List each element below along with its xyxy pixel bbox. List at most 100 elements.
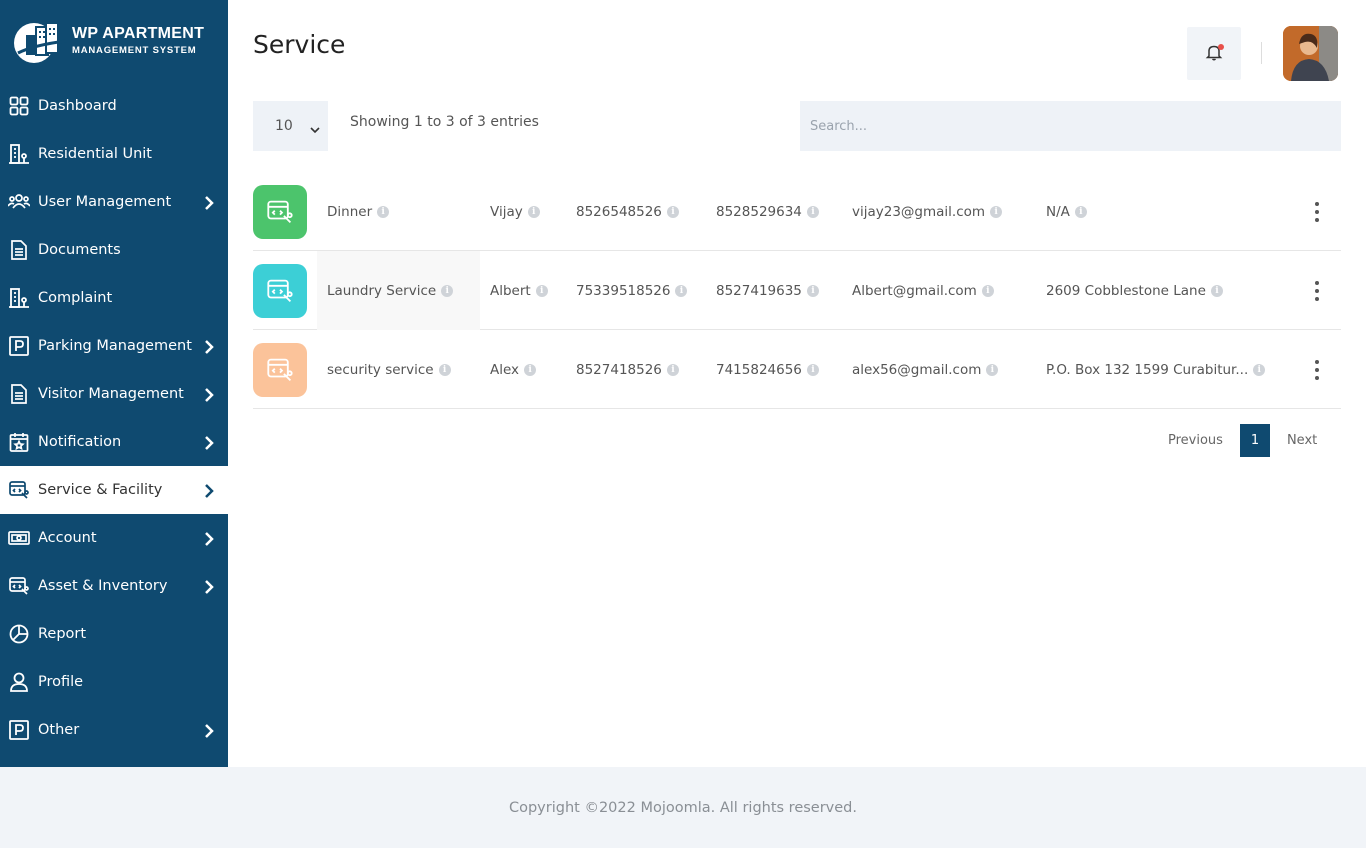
table-row[interactable]: Dinner i Vijay i 8526548526 i 8528529634 i v…: [253, 172, 1341, 251]
sidebar-item-complaint[interactable]: Complaint: [0, 274, 228, 322]
sidebar-item-label: Complaint: [38, 290, 113, 306]
user-avatar[interactable]: [1283, 26, 1338, 81]
mobile-number: 7415824656: [716, 361, 802, 378]
service-name: Dinner: [327, 203, 373, 220]
sidebar-item-visitor-management[interactable]: Visitor Management: [0, 370, 228, 418]
sidebar-item-residential-unit[interactable]: Residential Unit: [0, 130, 228, 178]
sidebar-item-notification[interactable]: Notification: [0, 418, 228, 466]
sidebar-item-parking-management[interactable]: Parking Management: [0, 322, 228, 370]
service-icon: [253, 264, 307, 318]
calendar-star-icon: [8, 431, 30, 453]
page-1-button[interactable]: 1: [1239, 424, 1270, 457]
info-icon[interactable]: i: [535, 284, 548, 297]
info-icon[interactable]: i: [806, 205, 819, 218]
brand-logo-area[interactable]: WP APARTMENT MANAGEMENT SYSTEM: [0, 0, 228, 82]
info-icon[interactable]: i: [441, 284, 454, 297]
email-cell: alex56@gmail.com i: [852, 330, 999, 409]
sidebar-item-asset-inventory[interactable]: Asset & Inventory: [0, 562, 228, 610]
info-icon[interactable]: i: [524, 363, 537, 376]
sidebar-item-label: Asset & Inventory: [38, 578, 168, 594]
chevron-right-icon: [204, 387, 214, 402]
info-icon[interactable]: i: [1074, 205, 1087, 218]
mobile-cell: 8528529634 i: [716, 172, 819, 251]
sidebar-item-service-facility[interactable]: Service & Facility: [0, 466, 228, 514]
info-icon[interactable]: i: [990, 205, 1003, 218]
table-row[interactable]: Laundry Service i Albert i 75339518526 i 85…: [253, 251, 1341, 330]
document-icon: [8, 383, 30, 405]
address-cell: P.O. Box 132 1599 Curabitur... i: [1046, 330, 1266, 409]
previous-page-button[interactable]: Previous: [1168, 433, 1223, 448]
phone-number: 8526548526: [576, 203, 662, 220]
contact-cell: Alex i: [490, 330, 537, 409]
info-icon[interactable]: i: [666, 205, 679, 218]
mobile-number: 8528529634: [716, 203, 802, 220]
email: alex56@gmail.com: [852, 361, 982, 378]
main-content: Service 10 Showing 1 to 3 of 3 entries D…: [228, 0, 1366, 767]
brand-title: WP APARTMENT: [72, 25, 205, 43]
info-icon[interactable]: i: [981, 284, 994, 297]
table-info: Showing 1 to 3 of 3 entries: [350, 114, 539, 130]
notification-button[interactable]: [1187, 27, 1241, 80]
sidebar-item-report[interactable]: Report: [0, 610, 228, 658]
sidebar-item-user-management[interactable]: User Management: [0, 178, 228, 226]
row-actions-menu-icon[interactable]: [1305, 358, 1329, 382]
pagination: Previous 1 Next: [1168, 424, 1317, 457]
search-input[interactable]: [800, 101, 1341, 151]
table-row[interactable]: security service i Alex i 8527418526 i 7415…: [253, 330, 1341, 409]
info-icon[interactable]: i: [438, 363, 451, 376]
info-icon[interactable]: i: [675, 284, 688, 297]
page-length-select[interactable]: 10: [253, 101, 328, 151]
mobile-number: 8527419635: [716, 282, 802, 299]
chevron-right-icon: [204, 483, 214, 498]
contact-cell: Albert i: [490, 251, 548, 330]
next-page-button[interactable]: Next: [1287, 433, 1317, 448]
header-divider: [1261, 42, 1262, 64]
info-icon[interactable]: i: [377, 205, 390, 218]
chevron-right-icon: [204, 195, 214, 210]
brand-subtitle: MANAGEMENT SYSTEM: [72, 45, 197, 57]
info-icon[interactable]: i: [527, 205, 540, 218]
sidebar-item-label: Profile: [38, 674, 84, 690]
document-icon: [8, 239, 30, 261]
phone-number: 75339518526: [576, 282, 671, 299]
service-name-cell: Dinner i: [327, 172, 390, 251]
email-cell: vijay23@gmail.com i: [852, 172, 1003, 251]
info-icon[interactable]: i: [986, 363, 999, 376]
notification-dot: [1218, 44, 1224, 50]
building-icon: [8, 143, 30, 165]
sidebar-item-label: Residential Unit: [38, 146, 152, 162]
sidebar-item-other[interactable]: Other: [0, 706, 228, 754]
sidebar-item-documents[interactable]: Documents: [0, 226, 228, 274]
service-icon: [8, 479, 30, 501]
row-actions-menu-icon[interactable]: [1305, 200, 1329, 224]
info-icon[interactable]: i: [806, 363, 819, 376]
service-name: Laundry Service: [327, 282, 437, 299]
sidebar-item-dashboard[interactable]: Dashboard: [0, 82, 228, 130]
address-cell: N/A i: [1046, 172, 1087, 251]
sidebar-item-account[interactable]: Account: [0, 514, 228, 562]
service-icon: [8, 575, 30, 597]
phone-cell: 8526548526 i: [576, 172, 679, 251]
parking-icon: [8, 335, 30, 357]
info-icon[interactable]: i: [1253, 363, 1266, 376]
sidebar-item-label: Account: [38, 530, 97, 546]
sidebar: WP APARTMENT MANAGEMENT SYSTEM Dashboard…: [0, 0, 228, 767]
page-length-value: 10: [275, 118, 293, 134]
service-name: security service: [327, 361, 434, 378]
address: 2609 Cobblestone Lane: [1046, 282, 1206, 299]
sidebar-item-label: Service & Facility: [38, 482, 163, 498]
chevron-down-icon: [310, 122, 320, 138]
service-icon: [253, 185, 307, 239]
info-icon[interactable]: i: [666, 363, 679, 376]
email: Albert@gmail.com: [852, 282, 977, 299]
chevron-right-icon: [204, 723, 214, 738]
pie-chart-icon: [8, 623, 30, 645]
sidebar-item-label: User Management: [38, 194, 172, 210]
row-actions-menu-icon[interactable]: [1305, 279, 1329, 303]
parking-icon: [8, 719, 30, 741]
info-icon[interactable]: i: [806, 284, 819, 297]
sidebar-item-profile[interactable]: Profile: [0, 658, 228, 706]
sidebar-item-label: Notification: [38, 434, 122, 450]
info-icon[interactable]: i: [1210, 284, 1223, 297]
contact-name: Vijay: [490, 203, 523, 220]
